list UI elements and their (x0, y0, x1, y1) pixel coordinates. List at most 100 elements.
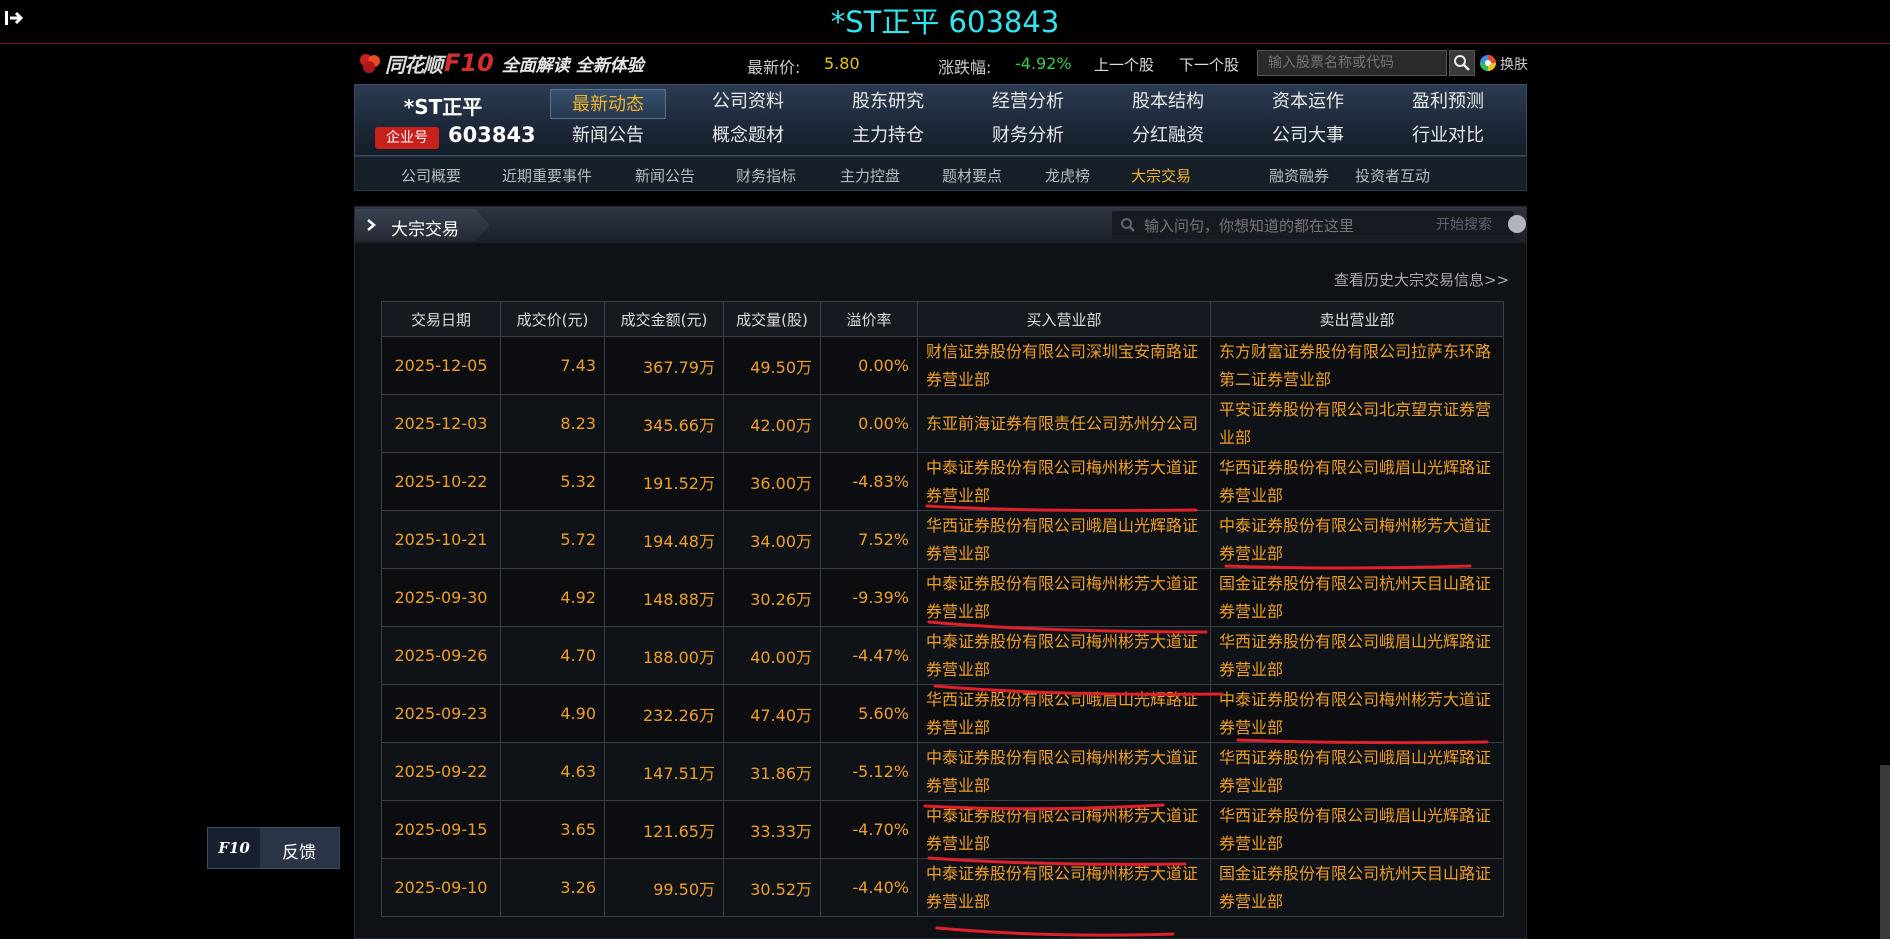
subnav-margin-trading[interactable]: 融资融券 (1269, 165, 1329, 186)
seller-department-cell[interactable]: 华西证券股份有限公司峨眉山光辉路证券营业部 (1210, 800, 1504, 859)
buyer-department-cell[interactable]: 中泰证券股份有限公司梅州彬芳大道证券营业部 (917, 800, 1211, 859)
page-scrollbar[interactable] (1880, 765, 1890, 939)
nav-industry-comparison[interactable]: 行业对比 (1390, 121, 1506, 151)
buyer-department-cell[interactable]: 中泰证券股份有限公司梅州彬芳大道证券营业部 (917, 626, 1211, 685)
price-value: 5.80 (824, 54, 860, 73)
buyer-department-cell[interactable]: 中泰证券股份有限公司梅州彬芳大道证券营业部 (917, 858, 1211, 917)
help-dot-icon[interactable] (1508, 215, 1526, 233)
history-block-trade-link[interactable]: 查看历史大宗交易信息>> (1334, 269, 1509, 290)
nav-capital-operation[interactable]: 资本运作 (1250, 87, 1366, 117)
trade-amount-cell: 232.26万 (604, 684, 724, 743)
seller-department-cell[interactable]: 华西证券股份有限公司峨眉山光辉路证券营业部 (1210, 742, 1504, 801)
trade-volume-cell: 31.86万 (723, 742, 821, 801)
trade-price-cell: 3.65 (500, 800, 605, 859)
buyer-department-cell[interactable]: 华西证券股份有限公司峨眉山光辉路证券营业部 (917, 684, 1211, 743)
table-row: 2025-09-23 4.90 232.26万 47.40万 5.60% 华西证券股份有限… (381, 684, 1504, 743)
start-search-button[interactable]: 开始搜索 (1424, 213, 1504, 237)
chevron-right-icon (367, 219, 376, 231)
feedback-label: 反馈 (282, 843, 316, 863)
nav-operation-analysis[interactable]: 经营分析 (970, 87, 1086, 117)
trade-amount-cell: 148.88万 (604, 568, 724, 627)
trade-amount-cell: 345.66万 (604, 394, 724, 453)
feedback-widget[interactable]: F10 反馈 (207, 827, 340, 869)
trade-volume-cell: 34.00万 (723, 510, 821, 569)
nav-latest-news[interactable]: 最新动态 (550, 89, 666, 119)
subnav-news[interactable]: 新闻公告 (635, 165, 695, 186)
buyer-department-cell[interactable]: 中泰证券股份有限公司梅州彬芳大道证券营业部 (917, 568, 1211, 627)
trade-volume-cell: 42.00万 (723, 394, 821, 453)
trade-volume-cell: 40.00万 (723, 626, 821, 685)
skin-label[interactable]: 换肤 (1500, 54, 1528, 74)
trade-volume-cell: 30.52万 (723, 858, 821, 917)
nav-shareholder-research[interactable]: 股东研究 (830, 87, 946, 117)
seller-department-cell[interactable]: 国金证券股份有限公司杭州天目山路证券营业部 (1210, 858, 1504, 917)
subnav-theme-points[interactable]: 题材要点 (942, 165, 1002, 186)
trade-price-cell: 8.23 (500, 394, 605, 453)
buyer-department-cell[interactable]: 中泰证券股份有限公司梅州彬芳大道证券营业部 (917, 742, 1211, 801)
col-header-price: 成交价(元) (500, 301, 605, 337)
seller-department-cell[interactable]: 东方财富证券股份有限公司拉萨东环路第二证券营业部 (1210, 336, 1504, 395)
nav-company-profile[interactable]: 公司资料 (690, 87, 806, 117)
premium-rate-cell: -4.40% (820, 858, 918, 917)
company-badge[interactable]: 企业号 (375, 127, 439, 149)
premium-rate-cell: 0.00% (820, 394, 918, 453)
buyer-department-cell[interactable]: 财信证券股份有限公司深圳宝安南路证券营业部 (917, 336, 1211, 395)
trade-volume-cell: 36.00万 (723, 452, 821, 511)
nav-dividend-financing[interactable]: 分红融资 (1110, 121, 1226, 151)
nav-news-announcements[interactable]: 新闻公告 (550, 121, 666, 151)
panel-header: 大宗交易 开始搜索 (355, 207, 1526, 243)
trade-price-cell: 4.70 (500, 626, 605, 685)
seller-department-cell[interactable]: 中泰证券股份有限公司梅州彬芳大道证券营业部 (1210, 510, 1504, 569)
premium-rate-cell: 7.52% (820, 510, 918, 569)
premium-rate-cell: -4.47% (820, 626, 918, 685)
question-search-input[interactable] (1142, 213, 1426, 239)
nav-financial-analysis[interactable]: 财务分析 (970, 121, 1086, 151)
buyer-department-cell[interactable]: 中泰证券股份有限公司梅州彬芳大道证券营业部 (917, 452, 1211, 511)
flower-logo-icon (360, 54, 380, 73)
color-wheel-icon[interactable] (1479, 54, 1497, 72)
prev-stock-link[interactable]: 上一个股 (1094, 54, 1154, 75)
subnav-financial-indicators[interactable]: 财务指标 (736, 165, 796, 186)
buyer-department-cell[interactable]: 东亚前海证券有限责任公司苏州分公司 (917, 394, 1211, 453)
subnav-recent-events[interactable]: 近期重要事件 (502, 165, 592, 186)
next-stock-link[interactable]: 下一个股 (1179, 54, 1239, 75)
buyer-department-cell[interactable]: 华西证券股份有限公司峨眉山光辉路证券营业部 (917, 510, 1211, 569)
search-icon (1454, 55, 1470, 71)
premium-rate-cell: -5.12% (820, 742, 918, 801)
nav-capital-structure[interactable]: 股本结构 (1110, 87, 1226, 117)
trade-volume-cell: 49.50万 (723, 336, 821, 395)
stock-name: *ST正平 (403, 95, 483, 119)
col-header-volume: 成交量(股) (723, 301, 821, 337)
col-header-seller: 卖出营业部 (1210, 301, 1504, 337)
subnav-main-control[interactable]: 主力控盘 (840, 165, 900, 186)
seller-department-cell[interactable]: 华西证券股份有限公司峨眉山光辉路证券营业部 (1210, 452, 1504, 511)
seller-department-cell[interactable]: 华西证券股份有限公司峨眉山光辉路证券营业部 (1210, 626, 1504, 685)
seller-department-cell[interactable]: 国金证券股份有限公司杭州天目山路证券营业部 (1210, 568, 1504, 627)
subnav-company-overview[interactable]: 公司概要 (401, 165, 461, 186)
trade-volume-cell: 33.33万 (723, 800, 821, 859)
seller-department-cell[interactable]: 平安证券股份有限公司北京望京证券营业部 (1210, 394, 1504, 453)
nav-company-events[interactable]: 公司大事 (1250, 121, 1366, 151)
nav-concepts[interactable]: 概念题材 (690, 121, 806, 151)
subnav-investor-interaction[interactable]: 投资者互动 (1355, 165, 1430, 186)
change-label: 涨跌幅: (938, 58, 992, 77)
price-label: 最新价: (747, 58, 801, 77)
subnav-dragon-tiger[interactable]: 龙虎榜 (1045, 165, 1090, 186)
nav-profit-forecast[interactable]: 盈利预测 (1390, 87, 1506, 117)
stock-search-input[interactable] (1258, 51, 1418, 75)
table-row: 2025-09-15 3.65 121.65万 33.33万 -4.70% 中泰证券股份有… (381, 800, 1504, 859)
table-header-row: 交易日期 成交价(元) 成交金额(元) 成交量(股) 溢价率 买入营业部 卖出营… (381, 301, 1504, 337)
block-trade-panel: 大宗交易 开始搜索 查看历史大宗交易信息>> 交易日期 成交价(元) 成交金额(… (354, 206, 1527, 939)
table-row: 2025-09-22 4.63 147.51万 31.86万 -5.12% 中泰证券股份有… (381, 742, 1504, 801)
subnav-block-trade[interactable]: 大宗交易 (1131, 165, 1191, 186)
trade-date-cell: 2025-09-30 (381, 568, 501, 627)
table-row: 2025-10-21 5.72 194.48万 34.00万 7.52% 华西证券股份有限… (381, 510, 1504, 569)
table-row: 2025-09-26 4.70 188.00万 40.00万 -4.47% 中泰证券股份有… (381, 626, 1504, 685)
trade-date-cell: 2025-09-22 (381, 742, 501, 801)
trade-date-cell: 2025-10-21 (381, 510, 501, 569)
seller-department-cell[interactable]: 中泰证券股份有限公司梅州彬芳大道证券营业部 (1210, 684, 1504, 743)
logo[interactable]: 同花顺 F10 全面解读 全新体验 (357, 49, 644, 77)
nav-main-holdings[interactable]: 主力持仓 (830, 121, 946, 151)
feedback-f10-label: F10 (208, 828, 260, 868)
search-button[interactable] (1449, 50, 1475, 76)
